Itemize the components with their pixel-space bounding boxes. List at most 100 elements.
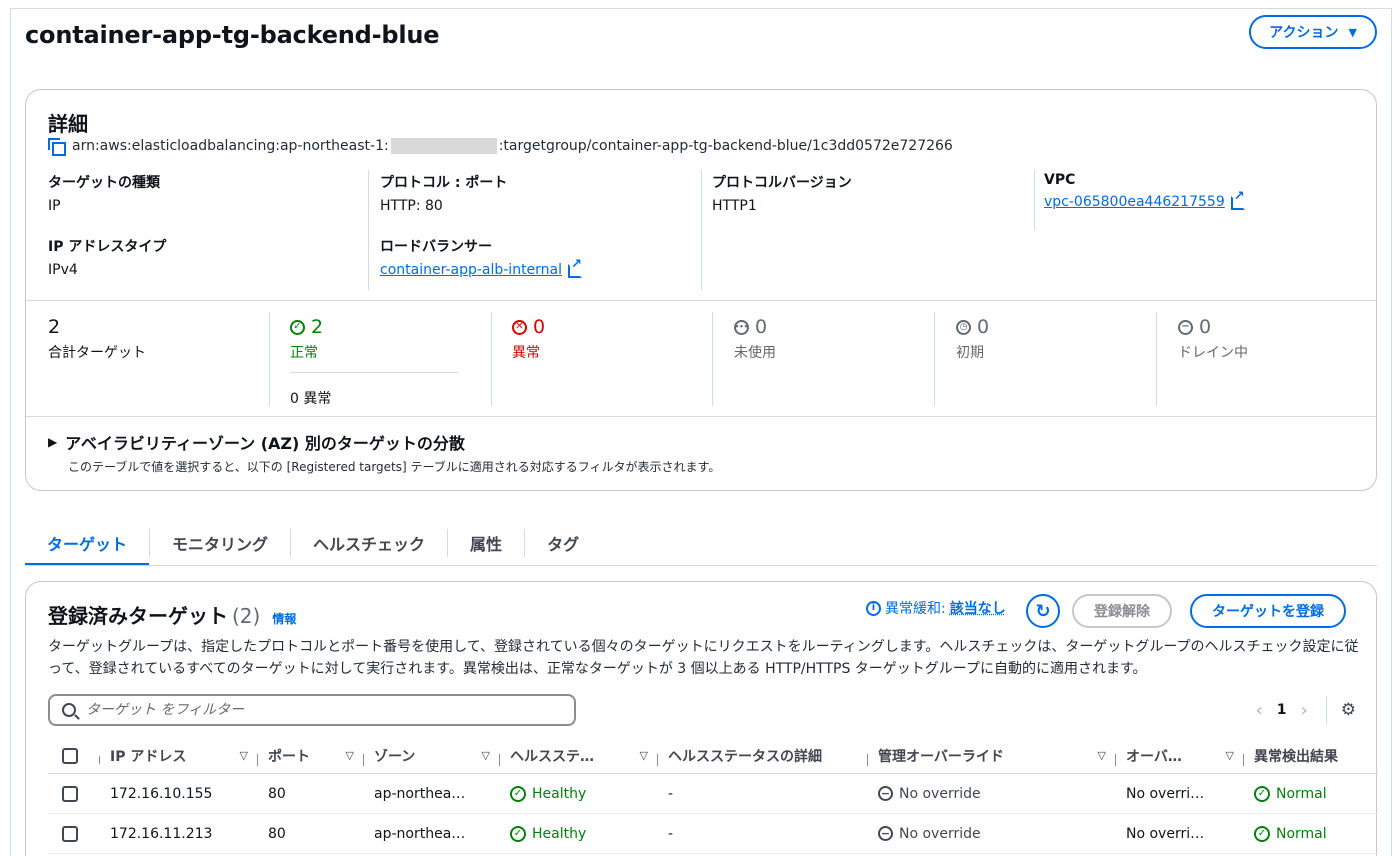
protocol-port-label: プロトコル : ポート <box>380 175 508 191</box>
healthy-stat[interactable]: ✓ 2 正常 <box>290 316 323 362</box>
column-label: 異常検出結果 <box>1254 748 1338 765</box>
row-checkbox[interactable] <box>62 825 78 842</box>
actions-label: アクション <box>1269 25 1339 41</box>
draining-stat[interactable]: −0 ドレイン中 <box>1178 316 1248 362</box>
targets-table: IP アドレス ▽ ポート ▽ ゾーン ▽ ヘルスステ… ▽ ヘルスステータスの詳細 管… <box>48 738 1378 854</box>
health-status: Healthy <box>532 825 587 842</box>
tab-health-checks[interactable]: ヘルスチェック <box>291 521 447 565</box>
port-cell: 80 <box>268 825 286 842</box>
initial-label: 初期 <box>956 345 984 361</box>
column-label: ゾーン <box>374 748 416 765</box>
initial-stat[interactable]: ◷ 0 初期 <box>956 316 989 362</box>
column-header-port[interactable]: ポート ▽ <box>258 746 364 766</box>
refresh-icon: ↻ <box>1035 600 1051 622</box>
arn-suffix: :targetgroup/container-app-tg-backend-bl… <box>498 138 953 154</box>
column-header-admin-override[interactable]: 管理オーバーライド ▽ <box>868 746 1116 766</box>
anomaly-cell: ✓ Normal <box>1244 785 1364 802</box>
column-header-ip[interactable]: IP アドレス ▽ <box>100 746 258 766</box>
column-header-health-status[interactable]: ヘルスステ… ▽ <box>500 746 658 766</box>
previous-page-icon[interactable]: ‹ <box>1256 700 1263 721</box>
caret-down-icon: ▼ <box>1348 25 1357 39</box>
divider <box>26 300 1376 301</box>
az-distribution-toggle[interactable]: ▶ アベイラビリティーゾーン (AZ) 別のターゲットの分散 <box>48 430 465 454</box>
healthy-count: 2 <box>311 316 324 338</box>
arn-row: arn:aws:elasticloadbalancing:ap-northeas… <box>48 138 953 156</box>
sort-icon: ▽ <box>239 749 248 762</box>
minus-circle-icon: − <box>1178 319 1193 335</box>
column-header-override-reason[interactable]: オーバ… ▽ <box>1116 746 1244 766</box>
divider <box>712 312 713 406</box>
tab-targets[interactable]: ターゲット <box>25 521 150 566</box>
deregister-button[interactable]: 登録解除 <box>1072 594 1172 628</box>
actions-dropdown-button[interactable]: アクション ▼ <box>1249 15 1377 49</box>
healthy-label: 正常 <box>290 345 318 361</box>
anomaly-mitigation[interactable]: i 異常緩和: 該当なし <box>866 598 1006 618</box>
load-balancer-field: ロードバランサー container-app-alb-internal <box>380 236 583 278</box>
redacted-account-id <box>390 138 497 154</box>
override-reason-cell: No overri… <box>1126 785 1205 802</box>
column-header-health-detail[interactable]: ヘルスステータスの詳細 <box>658 746 868 766</box>
page-title: container-app-tg-backend-blue <box>25 21 440 49</box>
column-header-zone[interactable]: ゾーン ▽ <box>364 746 500 766</box>
clock-icon: ◷ <box>956 319 971 335</box>
gear-icon[interactable]: ⚙ <box>1341 700 1356 720</box>
total-targets-count: 2 <box>48 316 61 338</box>
healthy-sub-label: 0 異常 <box>290 391 332 407</box>
check-circle-icon: ✓ <box>1254 785 1270 802</box>
next-page-icon[interactable]: › <box>1301 700 1308 721</box>
tab-monitoring[interactable]: モニタリング <box>150 521 290 565</box>
initial-count: 0 <box>977 316 990 338</box>
target-type-value: IP <box>48 198 61 214</box>
health-cell: ✓ Healthy <box>500 825 658 842</box>
target-type-field: ターゲットの種類 IP <box>48 172 160 214</box>
unhealthy-stat[interactable]: ✕ 0 異常 <box>512 316 545 362</box>
load-balancer-link[interactable]: container-app-alb-internal <box>380 262 562 278</box>
tab-attributes[interactable]: 属性 <box>448 521 524 565</box>
column-label: ヘルスステ… <box>510 748 594 765</box>
ip-address-type-value: IPv4 <box>48 262 78 278</box>
override-reason-cell: No overri… <box>1126 825 1205 842</box>
az-description: このテーブルで値を選択すると、以下の [Registered targets] … <box>68 460 721 474</box>
info-link[interactable]: 情報 <box>272 610 296 627</box>
total-targets-stat: 2 合計ターゲット <box>48 316 146 362</box>
registered-targets-count: (2) <box>232 604 261 628</box>
zone-cell: ap-northea… <box>374 785 466 802</box>
current-page[interactable]: 1 <box>1277 702 1287 718</box>
table-row[interactable]: 172.16.10.155 80 ap-northea… ✓ Healthy - … <box>48 774 1378 814</box>
protocol-version-value: HTTP1 <box>712 198 757 214</box>
details-heading: 詳細 <box>48 112 88 136</box>
zone-cell: ap-northea… <box>374 825 466 842</box>
registered-targets-heading: 登録済みターゲット <box>48 604 228 628</box>
vpc-link[interactable]: vpc-065800ea446217559 <box>1044 194 1225 210</box>
tab-bar: ターゲット モニタリング ヘルスチェック 属性 タグ <box>25 521 601 566</box>
unused-stat[interactable]: ••• 0 未使用 <box>734 316 776 362</box>
anomaly-value: 該当なし <box>949 601 1006 617</box>
minus-circle-icon: − <box>878 826 893 841</box>
row-checkbox[interactable] <box>62 785 78 802</box>
health-detail-cell: - <box>668 825 674 842</box>
override-status: No override <box>899 785 981 802</box>
tab-tags[interactable]: タグ <box>525 521 601 565</box>
minus-circle-icon: − <box>878 786 893 801</box>
registered-targets-description: ターゲットグループは、指定したプロトコルとポート番号を使用して、登録されている個… <box>48 639 1359 677</box>
registered-targets-header: 登録済みターゲット (2) 情報 <box>48 600 296 629</box>
vpc-label: VPC <box>1044 172 1076 188</box>
health-detail-cell: - <box>668 785 674 802</box>
divider <box>701 170 702 290</box>
unused-count: 0 <box>755 316 768 338</box>
ip-cell: 172.16.11.213 <box>110 825 213 842</box>
copy-icon[interactable] <box>48 138 66 156</box>
register-targets-button[interactable]: ターゲットを登録 <box>1190 594 1346 628</box>
column-header-anomaly[interactable]: 異常検出結果 <box>1244 746 1364 766</box>
select-all-cell <box>48 747 100 764</box>
refresh-button[interactable]: ↻ <box>1026 594 1060 628</box>
health-cell: ✓ Healthy <box>500 785 658 802</box>
select-all-checkbox[interactable] <box>62 747 78 764</box>
registered-targets-panel: 登録済みターゲット (2) 情報 i 異常緩和: 該当なし ↻ 登録解除 ターゲ… <box>25 581 1378 856</box>
table-row[interactable]: 172.16.11.213 80 ap-northea… ✓ Healthy - … <box>48 814 1378 854</box>
target-type-label: ターゲットの種類 <box>48 175 160 191</box>
unhealthy-count: 0 <box>533 316 546 338</box>
unhealthy-label: 異常 <box>512 345 540 361</box>
filter-input[interactable] <box>86 702 566 718</box>
healthy-anomalous-sub: 0 異常 <box>290 384 331 408</box>
